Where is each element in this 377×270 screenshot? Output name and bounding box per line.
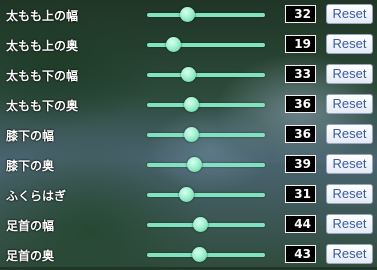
row-label: 膝下の幅 xyxy=(6,129,55,143)
slider[interactable] xyxy=(147,216,265,234)
slider-row: ふくらはぎ 31 Reset xyxy=(0,180,377,210)
reset-button[interactable]: Reset xyxy=(326,64,373,84)
row-label: 膝下の奥 xyxy=(6,159,55,173)
slider[interactable] xyxy=(147,96,265,114)
slider-knob[interactable] xyxy=(179,7,195,22)
slider-knob[interactable] xyxy=(180,67,196,82)
slider-track[interactable] xyxy=(147,73,265,77)
leg-adjust-panel: 太もも上の幅 32 Reset 太もも上の奥 19 Reset 太もも下の幅 3… xyxy=(0,0,377,267)
reset-button[interactable]: Reset xyxy=(326,184,373,204)
slider[interactable] xyxy=(147,66,265,84)
slider-knob[interactable] xyxy=(166,37,182,52)
value-display: 43 xyxy=(285,245,316,263)
slider-track[interactable] xyxy=(147,103,265,107)
reset-button[interactable]: Reset xyxy=(326,34,373,54)
slider-row: 太もも下の幅 33 Reset xyxy=(0,60,377,90)
value-display: 19 xyxy=(285,35,316,53)
slider-knob[interactable] xyxy=(192,217,208,232)
reset-button[interactable]: Reset xyxy=(326,4,373,24)
slider-track[interactable] xyxy=(147,43,265,47)
slider-row: 膝下の幅 36 Reset xyxy=(0,120,377,150)
value-display: 33 xyxy=(285,65,316,83)
slider[interactable] xyxy=(147,186,265,204)
slider[interactable] xyxy=(147,246,265,264)
slider-row: 太もも下の奥 36 Reset xyxy=(0,90,377,120)
slider-track[interactable] xyxy=(147,163,265,167)
slider[interactable] xyxy=(147,156,265,174)
value-display: 32 xyxy=(285,5,316,23)
reset-button[interactable]: Reset xyxy=(326,214,373,234)
reset-button[interactable]: Reset xyxy=(326,94,373,114)
value-display: 36 xyxy=(285,95,316,113)
row-label: 太もも下の幅 xyxy=(6,69,79,83)
row-label: ふくらはぎ xyxy=(6,189,67,203)
row-label: 太もも下の奥 xyxy=(6,99,79,113)
slider-knob[interactable] xyxy=(191,247,207,262)
reset-button[interactable]: Reset xyxy=(326,124,373,144)
row-label: 足首の奥 xyxy=(6,249,55,263)
slider[interactable] xyxy=(147,36,265,54)
slider-track[interactable] xyxy=(147,133,265,137)
slider-knob[interactable] xyxy=(184,127,200,142)
slider-knob[interactable] xyxy=(187,157,203,172)
slider-row: 足首の幅 44 Reset xyxy=(0,210,377,240)
slider[interactable] xyxy=(147,126,265,144)
value-display: 44 xyxy=(285,215,316,233)
slider-row: 膝下の奥 39 Reset xyxy=(0,150,377,180)
slider-knob[interactable] xyxy=(184,97,200,112)
slider-row: 太もも上の奥 19 Reset xyxy=(0,30,377,60)
reset-button[interactable]: Reset xyxy=(326,154,373,174)
slider-track[interactable] xyxy=(147,13,265,17)
slider-row: 太もも上の幅 32 Reset xyxy=(0,0,377,30)
slider-knob[interactable] xyxy=(178,187,194,202)
row-label: 太もも上の幅 xyxy=(6,9,79,23)
slider-row: 足首の奥 43 Reset xyxy=(0,240,377,270)
value-display: 39 xyxy=(285,155,316,173)
value-display: 31 xyxy=(285,185,316,203)
reset-button[interactable]: Reset xyxy=(326,244,373,264)
row-label: 足首の幅 xyxy=(6,219,55,233)
slider-track[interactable] xyxy=(147,193,265,197)
value-display: 36 xyxy=(285,125,316,143)
slider[interactable] xyxy=(147,6,265,24)
row-label: 太もも上の奥 xyxy=(6,39,79,53)
